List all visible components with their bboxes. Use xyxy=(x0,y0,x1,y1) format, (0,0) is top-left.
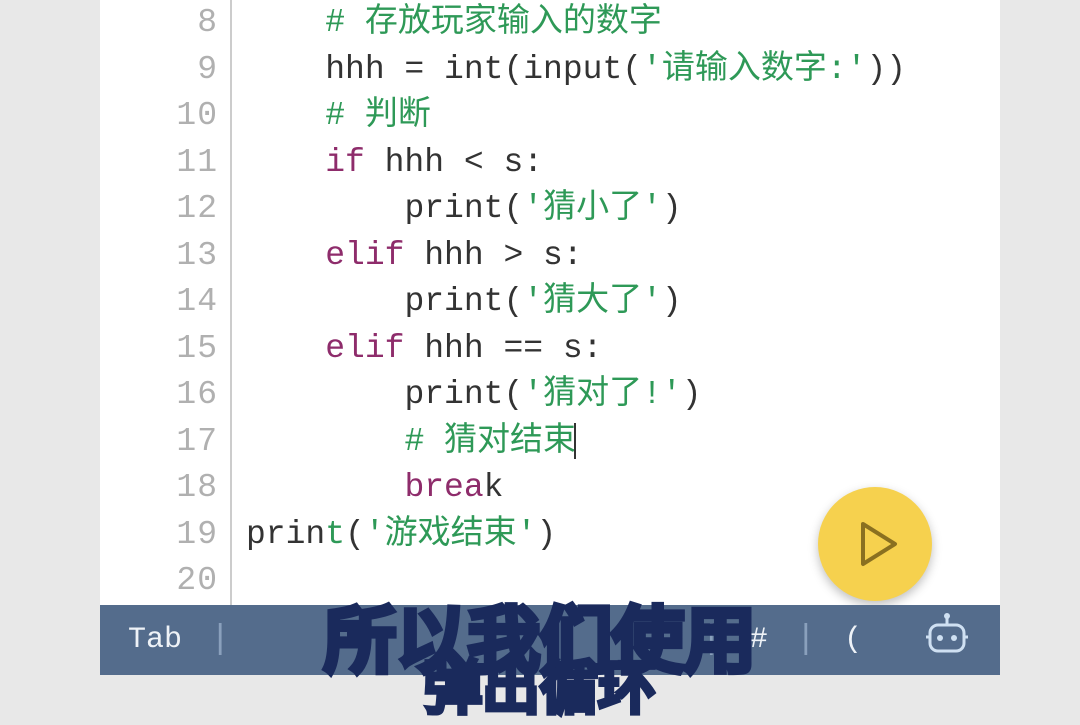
line-number: 8 xyxy=(100,0,230,47)
play-icon xyxy=(859,520,899,568)
code-line[interactable]: break xyxy=(246,465,906,512)
code-token: ) xyxy=(662,190,682,227)
comment-token: # 猜对结束 xyxy=(404,423,576,460)
code-token: prin xyxy=(246,516,325,553)
line-number: 12 xyxy=(100,186,230,233)
code-token: hhh < s: xyxy=(365,144,543,181)
video-subtitle-2: 弹出循环 xyxy=(424,641,656,725)
line-number: 18 xyxy=(100,465,230,512)
line-number: 9 xyxy=(100,47,230,94)
tab-key[interactable]: Tab xyxy=(100,623,210,657)
keyword-token: elif xyxy=(325,237,404,274)
keyword-token: brea xyxy=(404,469,483,506)
run-button[interactable] xyxy=(818,487,932,601)
keyword-token: if xyxy=(325,144,365,181)
code-token: hhh = int(input( xyxy=(325,51,642,88)
toolbar-separator: | xyxy=(210,621,230,659)
line-number: 15 xyxy=(100,326,230,373)
code-line[interactable]: hhh = int(input('请输入数字:')) xyxy=(246,47,906,94)
code-content[interactable]: # 存放玩家输入的数字 hhh = int(input('请输入数字:')) #… xyxy=(246,0,906,605)
code-line[interactable]: if hhh < s: xyxy=(246,140,906,187)
code-token: ( xyxy=(345,516,365,553)
code-token: ) xyxy=(662,283,682,320)
text-cursor xyxy=(574,423,576,459)
line-number: 16 xyxy=(100,372,230,419)
toolbar-separator: | xyxy=(796,621,816,659)
string-token: '猜大了' xyxy=(523,283,662,320)
paren-key[interactable]: ( xyxy=(816,623,890,657)
code-editor[interactable]: 8 9 10 11 12 13 14 15 16 17 18 19 20 # 存… xyxy=(100,0,1000,605)
code-token: print( xyxy=(404,283,523,320)
code-line[interactable]: print('猜小了') xyxy=(246,186,906,233)
code-token: hhh == s: xyxy=(404,330,602,367)
keyword-token: elif xyxy=(325,330,404,367)
line-number: 10 xyxy=(100,93,230,140)
code-token: print( xyxy=(404,190,523,227)
code-token: k xyxy=(484,469,504,506)
code-line[interactable]: print('猜大了') xyxy=(246,279,906,326)
app-container: 8 9 10 11 12 13 14 15 16 17 18 19 20 # 存… xyxy=(0,0,1080,675)
code-line[interactable]: elif hhh > s: xyxy=(246,233,906,280)
string-token: '猜对了!' xyxy=(523,376,681,413)
code-line[interactable]: print('猜对了!') xyxy=(246,372,906,419)
code-token: ) xyxy=(682,376,702,413)
code-token: ) xyxy=(536,516,556,553)
line-number: 14 xyxy=(100,279,230,326)
code-token: hhh > s: xyxy=(404,237,582,274)
string-token: '请输入数字:' xyxy=(642,51,866,88)
code-line[interactable] xyxy=(246,558,906,605)
code-line[interactable]: # 存放玩家输入的数字 xyxy=(246,0,906,47)
code-token: t xyxy=(325,516,345,553)
string-token: '猜小了' xyxy=(523,190,662,227)
string-token: '游戏结束' xyxy=(365,516,537,553)
code-line[interactable]: # 判断 xyxy=(246,93,906,140)
gutter-divider xyxy=(230,0,232,605)
assistant-icon[interactable] xyxy=(924,613,970,667)
line-number: 19 xyxy=(100,512,230,559)
code-token: )) xyxy=(867,51,907,88)
code-line[interactable]: print('游戏结束') xyxy=(246,512,906,559)
comment-token: # 存放玩家输入的数字 xyxy=(325,4,662,41)
line-number: 17 xyxy=(100,419,230,466)
line-number: 20 xyxy=(100,558,230,605)
comment-token: # 判断 xyxy=(325,97,431,134)
code-line[interactable]: elif hhh == s: xyxy=(246,326,906,373)
code-token: print( xyxy=(404,376,523,413)
code-line[interactable]: # 猜对结束 xyxy=(246,419,906,466)
line-number-gutter: 8 9 10 11 12 13 14 15 16 17 18 19 20 xyxy=(100,0,230,605)
line-number: 13 xyxy=(100,233,230,280)
line-number: 11 xyxy=(100,140,230,187)
